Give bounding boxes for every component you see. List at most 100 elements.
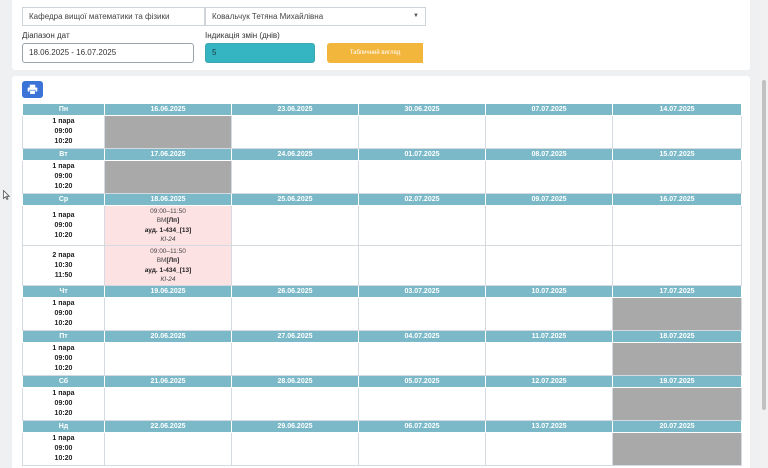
day-name: Пт	[22, 330, 105, 343]
page-scrollbar[interactable]	[760, 0, 768, 468]
pair-start: 09:00	[54, 173, 73, 180]
day-name: Чт	[22, 285, 105, 298]
empty-cell[interactable]	[358, 432, 486, 466]
day-name: Пн	[22, 103, 105, 116]
unavailable-cell[interactable]	[612, 432, 742, 466]
date-header: 21.06.2025	[104, 375, 232, 388]
day-name: Вт	[22, 148, 105, 161]
date-header: 16.06.2025	[104, 103, 232, 116]
empty-cell[interactable]	[485, 160, 613, 194]
empty-cell[interactable]	[104, 342, 232, 376]
table-row: 1 пара 09:00 10:20	[22, 432, 742, 466]
empty-cell[interactable]	[231, 342, 359, 376]
date-header: 26.06.2025	[231, 285, 359, 298]
pair-start: 09:00	[54, 400, 73, 407]
pair-time-cell: 1 пара 09:00 10:20	[22, 387, 105, 421]
empty-cell[interactable]	[485, 342, 613, 376]
lesson-cell[interactable]: 09:00–11:50 ВМ[Лп] ауд. 1-434_[13] КІ-24	[104, 205, 232, 246]
pair-time-cell: 2 пара 10:30 11:50	[22, 245, 105, 286]
empty-cell[interactable]	[485, 205, 613, 246]
date-header: 14.07.2025	[612, 103, 742, 116]
empty-cell[interactable]	[485, 387, 613, 421]
empty-cell[interactable]	[485, 297, 613, 331]
empty-cell[interactable]	[231, 432, 359, 466]
date-range-input[interactable]: 18.06.2025 - 16.07.2025	[22, 43, 194, 63]
table-row: 1 пара 09:00 10:20	[22, 342, 742, 376]
lesson-subject: ВМ	[156, 217, 167, 224]
empty-cell[interactable]	[104, 297, 232, 331]
unavailable-cell[interactable]	[104, 115, 232, 149]
date-header: 27.06.2025	[231, 330, 359, 343]
lesson-time: 09:00–11:50	[150, 247, 186, 255]
pair-start: 09:00	[54, 221, 73, 229]
table-row: 1 пара 09:00 10:20	[22, 115, 742, 149]
empty-cell[interactable]	[231, 205, 359, 246]
empty-cell[interactable]	[612, 205, 742, 246]
empty-cell[interactable]	[358, 205, 486, 246]
day-name: Ср	[22, 193, 105, 206]
date-header: 05.07.2025	[358, 375, 486, 388]
date-header: 18.06.2025	[104, 193, 232, 206]
empty-cell[interactable]	[104, 387, 232, 421]
unavailable-cell[interactable]	[104, 160, 232, 194]
pair-start: 09:00	[54, 355, 73, 362]
empty-cell[interactable]	[231, 297, 359, 331]
day-header-row: Ср 18.06.2025 25.06.2025 02.07.2025 09.07.20…	[22, 193, 742, 206]
empty-cell[interactable]	[231, 387, 359, 421]
date-header: 24.06.2025	[231, 148, 359, 161]
date-header: 09.07.2025	[485, 193, 613, 206]
empty-cell[interactable]	[358, 160, 486, 194]
scrollbar-thumb[interactable]	[762, 80, 766, 410]
lesson-cell[interactable]: 09:00–11:50 ВМ[Лп] ауд. 1-434_[13] КІ-24	[104, 245, 232, 286]
table-row: 2 пара 10:30 11:50 09:00–11:50 ВМ[Лп] ауд. 1-…	[22, 245, 742, 286]
lesson-group: КІ-24	[160, 276, 176, 283]
date-header: 04.07.2025	[358, 330, 486, 343]
table-row: 1 пара 09:00 10:20	[22, 387, 742, 421]
date-header: 22.06.2025	[104, 420, 232, 433]
date-header: 16.07.2025	[612, 193, 742, 206]
lesson-subject-line: ВМ[Лп]	[105, 256, 231, 266]
empty-cell[interactable]	[231, 115, 359, 149]
pair-pair: 1 пара	[52, 435, 75, 442]
pair-pair: 1 пара	[52, 345, 75, 352]
unavailable-cell[interactable]	[612, 297, 742, 331]
empty-cell[interactable]	[485, 245, 613, 286]
empty-cell[interactable]	[231, 245, 359, 286]
date-header: 17.06.2025	[104, 148, 232, 161]
pair-pair: 2 пара	[52, 251, 75, 259]
empty-cell[interactable]	[612, 115, 742, 149]
unavailable-cell[interactable]	[612, 387, 742, 421]
day-header-row: Сб 21.06.2025 28.06.2025 05.07.2025 12.07.20…	[22, 375, 742, 388]
date-header: 12.07.2025	[485, 375, 613, 388]
chevron-down-icon: ▼	[413, 13, 419, 19]
print-button[interactable]	[22, 81, 43, 98]
table-view-button[interactable]: Табличний вигляд	[327, 43, 426, 63]
empty-cell[interactable]	[358, 297, 486, 331]
empty-cell[interactable]	[485, 432, 613, 466]
pair-start: 09:00	[54, 310, 73, 317]
change-days-label: Індикація змін (днів)	[205, 31, 280, 40]
empty-cell[interactable]	[358, 342, 486, 376]
table-row: 1 пара 09:00 10:20 09:00–11:50 ВМ[Лп] ауд. 1-…	[22, 205, 742, 246]
empty-cell[interactable]	[358, 387, 486, 421]
empty-cell[interactable]	[485, 115, 613, 149]
lesson-group: КІ-24	[160, 236, 176, 243]
empty-cell[interactable]	[612, 160, 742, 194]
schedule-panel: Пн 16.06.2025 23.06.2025 30.06.2025 07.07.20…	[12, 76, 750, 468]
filter-panel: Кафедра вищої математики та фізики Ковал…	[12, 0, 750, 70]
date-header: 17.07.2025	[612, 285, 742, 298]
pair-time-cell: 1 пара 09:00 10:20	[22, 115, 105, 149]
unavailable-cell[interactable]	[612, 342, 742, 376]
lesson-subject: ВМ	[156, 257, 167, 264]
empty-cell[interactable]	[104, 432, 232, 466]
empty-cell[interactable]	[612, 245, 742, 286]
pair-start: 09:00	[54, 128, 73, 135]
teacher-select[interactable]: Ковальчук Тетяна Михайлівна ▼	[205, 7, 426, 26]
day-header-row: Чт 19.06.2025 26.06.2025 03.07.2025 10.07.20…	[22, 285, 742, 298]
department-select[interactable]: Кафедра вищої математики та фізики	[22, 7, 205, 26]
change-days-input[interactable]: 5	[205, 43, 315, 63]
empty-cell[interactable]	[358, 245, 486, 286]
day-header-row: Пн 16.06.2025 23.06.2025 30.06.2025 07.07.20…	[22, 103, 742, 116]
empty-cell[interactable]	[358, 115, 486, 149]
empty-cell[interactable]	[231, 160, 359, 194]
